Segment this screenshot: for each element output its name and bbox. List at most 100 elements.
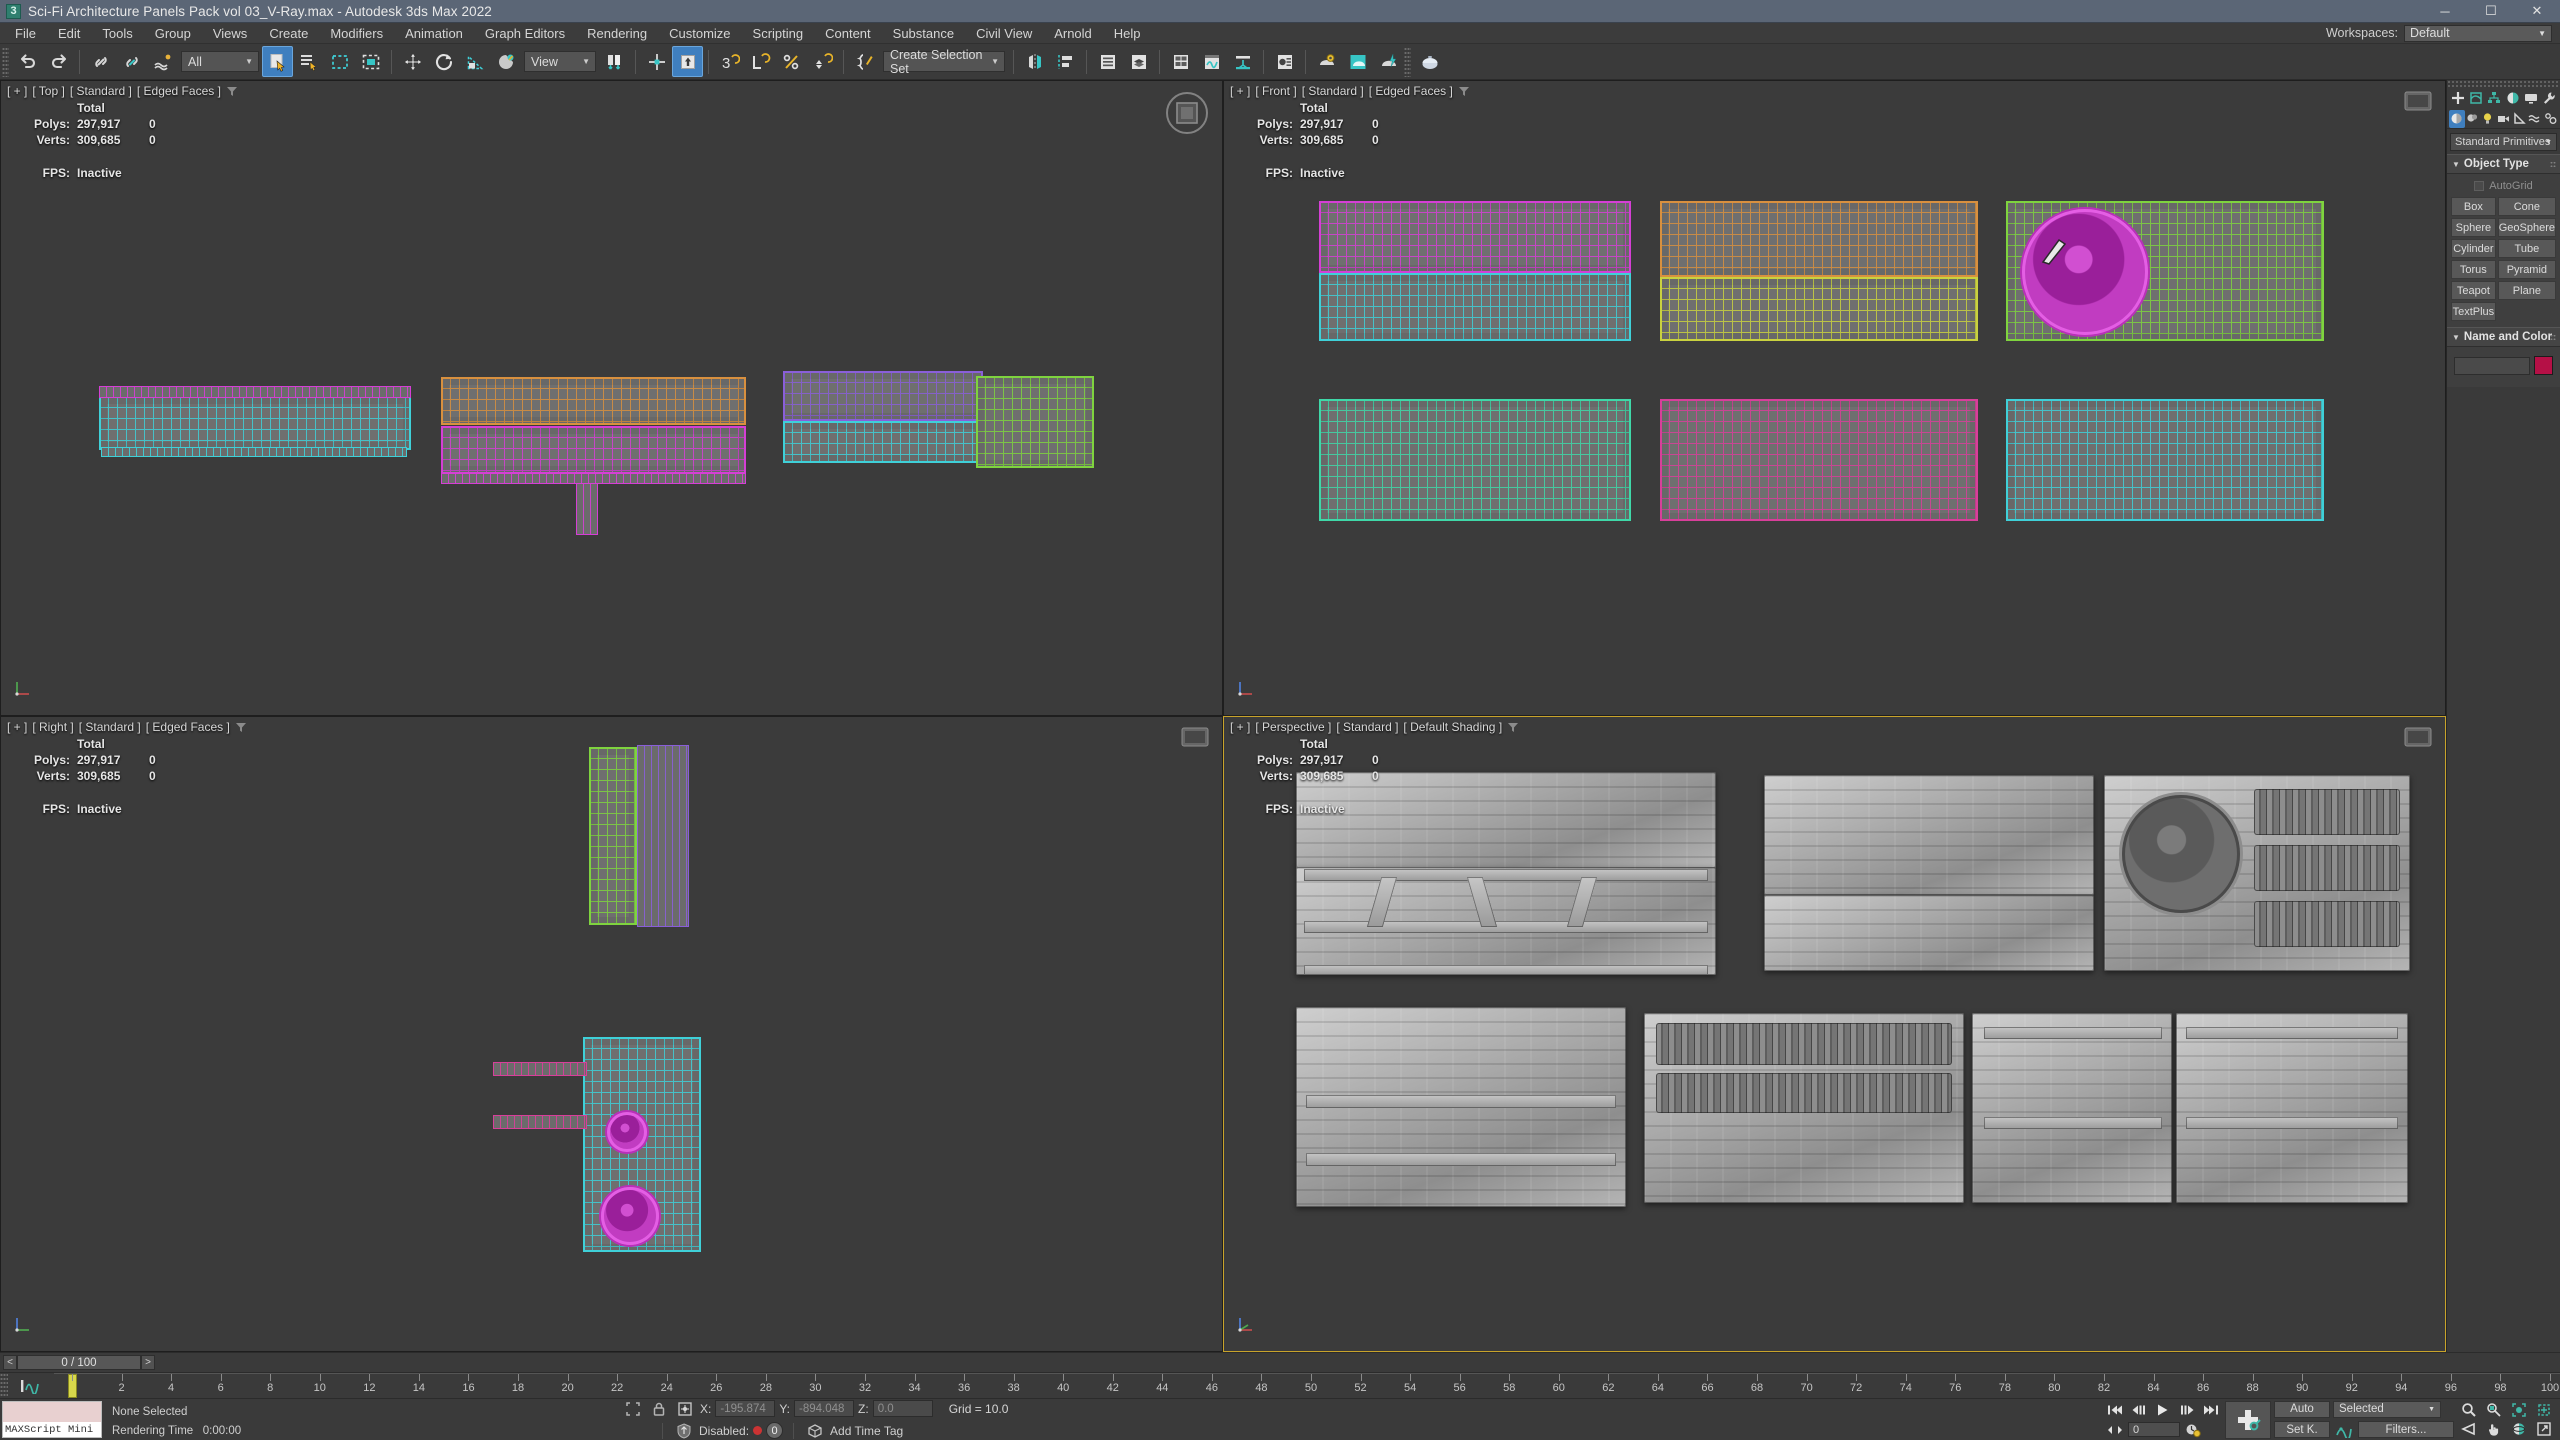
viewport-maximize-indicator[interactable]: [1180, 726, 1210, 753]
autogrid-checkbox[interactable]: [2474, 181, 2484, 191]
selection-lock-icon[interactable]: [648, 1400, 670, 1418]
viewport-right-label[interactable]: [ + ] [ Right ] [ Standard ] [ Edged Fac…: [7, 720, 247, 734]
name-and-color-rollout-header[interactable]: ▼ Name and Color: [2447, 327, 2560, 347]
filter-icon[interactable]: [226, 85, 238, 97]
next-frame-icon[interactable]: [2176, 1401, 2198, 1419]
menu-file[interactable]: File: [4, 23, 47, 44]
menu-customize[interactable]: Customize: [658, 23, 741, 44]
menu-arnold[interactable]: Arnold: [1043, 23, 1103, 44]
use-center-icon[interactable]: [599, 46, 630, 77]
angle-snap-icon[interactable]: 3: [714, 46, 745, 77]
listener-output-area[interactable]: [3, 1402, 101, 1422]
sphere-button[interactable]: Sphere: [2451, 218, 2496, 237]
align-icon[interactable]: [1050, 46, 1081, 77]
timeline-ruler[interactable]: 2468101214161820222426283032343638404244…: [54, 1373, 2560, 1398]
current-frame-display[interactable]: 0 / 100: [17, 1355, 141, 1370]
hierarchy-tab[interactable]: [2486, 89, 2503, 107]
material-editor-icon[interactable]: [1269, 46, 1300, 77]
menu-civil-view[interactable]: Civil View: [965, 23, 1043, 44]
torus-button[interactable]: Torus: [2451, 260, 2496, 279]
create-selection-set-combo[interactable]: Create Selection Set ▼: [883, 51, 1005, 72]
shapes-icon[interactable]: [2465, 110, 2481, 128]
layer-explorer-icon[interactable]: [1092, 46, 1123, 77]
systems-icon[interactable]: [2542, 110, 2558, 128]
menu-content[interactable]: Content: [814, 23, 882, 44]
close-button[interactable]: ✕: [2514, 0, 2560, 22]
pan-icon[interactable]: [2482, 1420, 2506, 1438]
render-setup-icon[interactable]: [1311, 46, 1342, 77]
menu-tools[interactable]: Tools: [91, 23, 143, 44]
time-configuration-icon[interactable]: [2182, 1421, 2204, 1439]
viewport-front-plus[interactable]: [ + ]: [1230, 84, 1250, 98]
viewport-maximize-indicator[interactable]: [2403, 90, 2433, 117]
viewport-top-plus[interactable]: [ + ]: [7, 84, 27, 98]
schematic-view-icon[interactable]: [1227, 46, 1258, 77]
menu-help[interactable]: Help: [1103, 23, 1152, 44]
viewport-top-shading[interactable]: [ Standard ]: [70, 84, 132, 98]
viewport-right-shading[interactable]: [ Standard ]: [79, 720, 141, 734]
modify-tab[interactable]: [2468, 89, 2485, 107]
plane-button[interactable]: Plane: [2498, 281, 2556, 300]
reference-coord-combo[interactable]: View ▼: [524, 51, 596, 72]
angle-snap-degree-icon[interactable]: [745, 46, 776, 77]
menu-scripting[interactable]: Scripting: [742, 23, 815, 44]
viewport-maximize-indicator[interactable]: [2403, 726, 2433, 753]
redo-icon[interactable]: [43, 46, 74, 77]
maxscript-mini-listener[interactable]: MAXScript Mini: [2, 1401, 102, 1438]
zoom-extents-icon[interactable]: [2507, 1401, 2531, 1419]
geosphere-button[interactable]: GeoSphere: [2498, 218, 2556, 237]
open-mini-curve-editor-button[interactable]: [8, 1373, 54, 1398]
viewport-top-edged[interactable]: [ Edged Faces ]: [137, 84, 221, 98]
autogrid-row[interactable]: AutoGrid: [2451, 178, 2556, 197]
unlink-icon[interactable]: [116, 46, 147, 77]
listener-input-field[interactable]: MAXScript Mini: [3, 1422, 101, 1437]
utilities-tab[interactable]: [2540, 89, 2557, 107]
motion-tab[interactable]: [2504, 89, 2521, 107]
set-key-toggle-button[interactable]: Set K.: [2274, 1421, 2330, 1438]
workspaces-select[interactable]: Default ▼: [2404, 25, 2552, 42]
viewport-perspective-edged[interactable]: [ Default Shading ]: [1403, 720, 1502, 734]
viewport-right[interactable]: [ + ] [ Right ] [ Standard ] [ Edged Fac…: [0, 716, 1223, 1352]
viewport-perspective-view[interactable]: [ Perspective ]: [1255, 720, 1331, 734]
frame-number-input[interactable]: 0: [2128, 1422, 2180, 1437]
play-animation-icon[interactable]: [2152, 1401, 2174, 1419]
scene-explorer-icon[interactable]: [1123, 46, 1154, 77]
space-warps-icon[interactable]: [2527, 110, 2543, 128]
viewport-front[interactable]: [ + ] [ Front ] [ Standard ] [ Edged Fac…: [1223, 80, 2446, 716]
menu-modifiers[interactable]: Modifiers: [319, 23, 394, 44]
zoom-icon[interactable]: [2457, 1401, 2481, 1419]
render-production-icon[interactable]: [1373, 46, 1404, 77]
viewport-perspective[interactable]: [ + ] [ Perspective ] [ Standard ] [ Def…: [1223, 716, 2446, 1352]
viewport-top-label[interactable]: [ + ] [ Top ] [ Standard ] [ Edged Faces…: [7, 84, 238, 98]
rectangular-region-icon[interactable]: [324, 46, 355, 77]
viewport-top-view[interactable]: [ Top ]: [32, 84, 64, 98]
go-to-end-icon[interactable]: [2200, 1401, 2222, 1419]
teapot-preview-icon[interactable]: [1414, 46, 1445, 77]
select-object-button[interactable]: [262, 46, 293, 77]
auto-key-button[interactable]: Auto: [2274, 1401, 2330, 1418]
select-and-move-icon[interactable]: [397, 46, 428, 77]
textplus-button[interactable]: TextPlus: [2451, 302, 2496, 321]
key-tangent-icon[interactable]: [2333, 1421, 2355, 1439]
viewport-perspective-label[interactable]: [ + ] [ Perspective ] [ Standard ] [ Def…: [1230, 720, 1519, 734]
render-frame-window-icon[interactable]: [1342, 46, 1373, 77]
placement-icon[interactable]: [490, 46, 521, 77]
viewport-right-view[interactable]: [ Right ]: [32, 720, 73, 734]
percent-snap-icon[interactable]: [776, 46, 807, 77]
tube-button[interactable]: Tube: [2498, 239, 2556, 258]
key-filter-combo[interactable]: Selected ▼: [2333, 1401, 2441, 1418]
maximize-viewport-icon[interactable]: [2532, 1420, 2556, 1438]
window-crossing-icon[interactable]: [355, 46, 386, 77]
ribbon-icon[interactable]: [1165, 46, 1196, 77]
cone-button[interactable]: Cone: [2498, 197, 2556, 216]
object-color-swatch[interactable]: [2534, 356, 2553, 375]
mirror-icon[interactable]: [1019, 46, 1050, 77]
snaps-toggle-icon[interactable]: [641, 46, 672, 77]
menu-substance[interactable]: Substance: [882, 23, 965, 44]
pyramid-button[interactable]: Pyramid: [2498, 260, 2556, 279]
lights-icon[interactable]: [2480, 110, 2496, 128]
field-of-view-icon[interactable]: [2457, 1420, 2481, 1438]
bind-space-warp-icon[interactable]: [147, 46, 178, 77]
prev-frame-button[interactable]: <: [3, 1355, 17, 1370]
menu-group[interactable]: Group: [144, 23, 202, 44]
